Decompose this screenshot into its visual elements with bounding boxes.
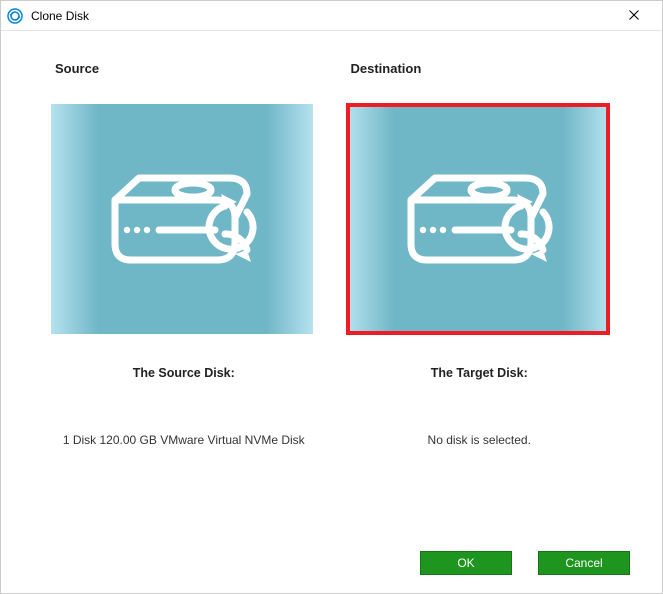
target-disk-label: The Target Disk: (347, 366, 613, 380)
cancel-button[interactable]: Cancel (538, 551, 630, 575)
destination-disk-tile[interactable] (347, 104, 609, 334)
source-column: Source (51, 61, 317, 456)
close-button[interactable] (614, 2, 654, 30)
destination-header: Destination (347, 61, 613, 76)
source-disk-detail: 1 Disk 120.00 GB VMware Virtual NVMe Dis… (51, 424, 317, 456)
window-title: Clone Disk (31, 9, 614, 23)
close-icon (629, 9, 639, 23)
target-disk-detail: No disk is selected. (347, 424, 613, 456)
disk-sync-icon (393, 164, 563, 274)
source-header: Source (51, 61, 317, 76)
dialog-content: Source (1, 31, 662, 545)
columns: Source (51, 61, 612, 456)
dialog-buttons: OK Cancel (1, 545, 662, 593)
source-disk-label: The Source Disk: (51, 366, 317, 380)
ok-button[interactable]: OK (420, 551, 512, 575)
titlebar: Clone Disk (1, 1, 662, 31)
app-icon (7, 8, 23, 24)
disk-sync-icon (97, 164, 267, 274)
clone-disk-dialog: Clone Disk Source (0, 0, 663, 594)
destination-column: Destination (347, 61, 613, 456)
source-disk-tile[interactable] (51, 104, 313, 334)
